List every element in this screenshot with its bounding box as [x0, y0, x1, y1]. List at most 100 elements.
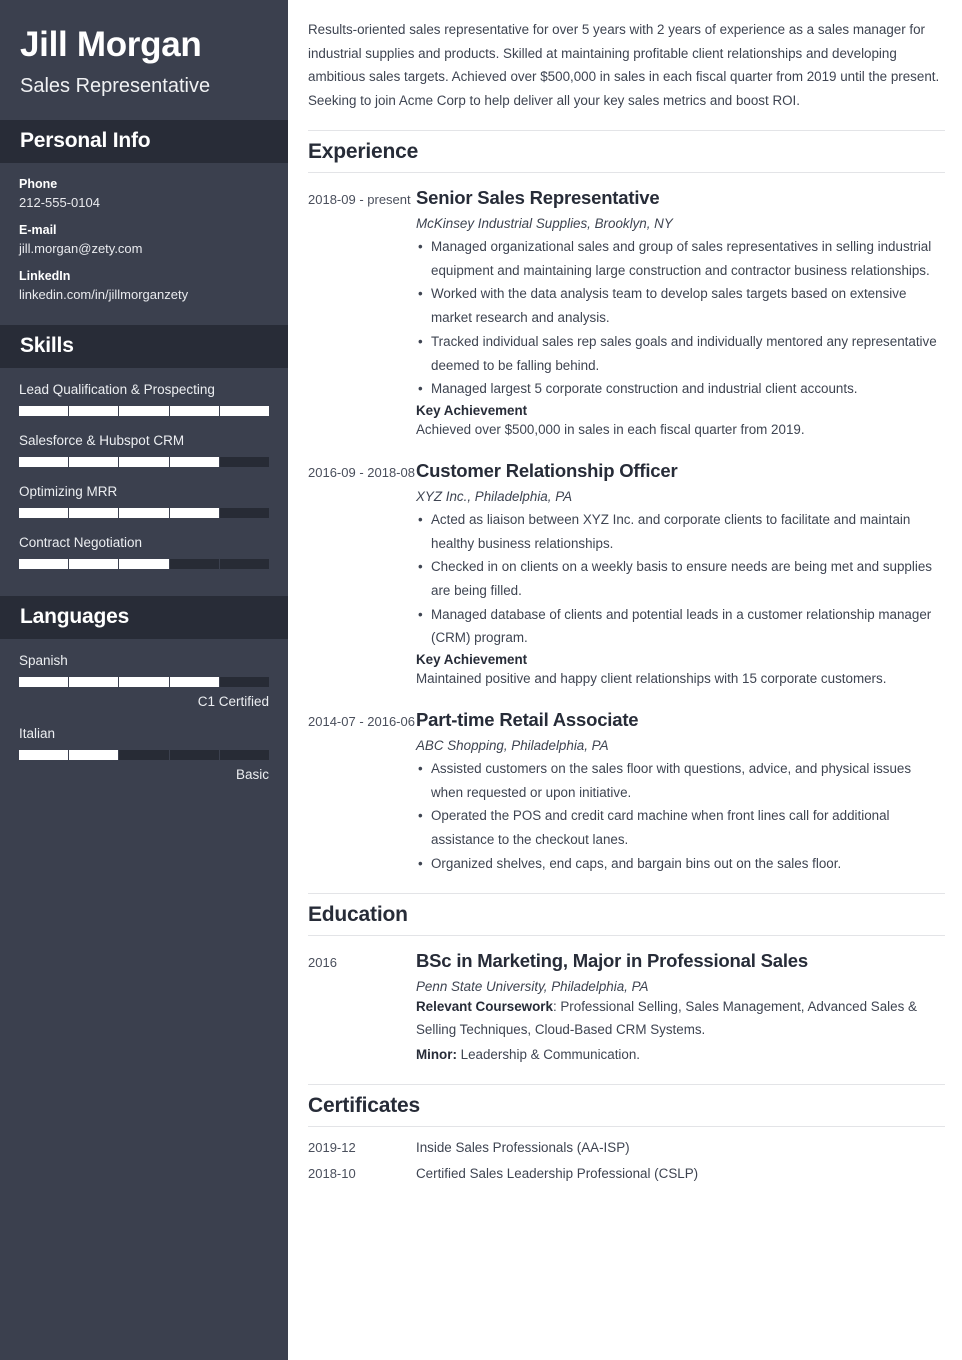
contact-value[interactable]: jill.morgan@zety.com — [19, 241, 269, 256]
key-achievement-label: Key Achievement — [416, 403, 528, 419]
skill-bar-ticks — [19, 456, 269, 467]
education-date: 2016 — [308, 954, 337, 970]
language-bar-ticks — [19, 676, 269, 687]
experience-employer: ABC Shopping, Philadelphia, PA — [416, 738, 609, 754]
bullet-item: Operated the POS and credit card machine… — [416, 804, 945, 851]
bullet-item: Managed largest 5 corporate construction… — [416, 377, 945, 401]
skill-bar-ticks — [19, 507, 269, 518]
bullet-item: Managed database of clients and potentia… — [416, 603, 945, 650]
professional-summary: Results-oriented sales representative fo… — [308, 22, 940, 109]
key-achievement-text: Achieved over $500,000 in sales in each … — [416, 422, 805, 438]
certificate-date: 2018-10 — [308, 1165, 356, 1181]
education-degree: BSc in Marketing, Major in Professional … — [416, 949, 808, 971]
bullet-item: Checked in on clients on a weekly basis … — [416, 555, 945, 602]
education-entry: 2016 BSc in Marketing, Major in Professi… — [308, 949, 945, 1067]
education-minor: Minor: Leadership & Communication. — [416, 1043, 945, 1067]
experience-date: 2018-09 - present — [308, 191, 411, 207]
language-label: Italian — [19, 725, 56, 741]
experience-body: Senior Sales Representative McKinsey Ind… — [416, 186, 945, 442]
minor-label: Minor: — [416, 1047, 457, 1063]
skill-item: Salesforce & Hubspot CRM — [19, 433, 269, 467]
experience-title: Customer Relationship Officer — [416, 459, 678, 481]
experience-section: Experience 2018-09 - present Senior Sale… — [308, 129, 945, 876]
experience-entry: 2016-09 - 2018-08 Customer Relationship … — [308, 459, 945, 691]
education-body: BSc in Marketing, Major in Professional … — [416, 949, 945, 1067]
section-header-education: Education — [308, 892, 945, 936]
personal-info-heading: Personal Info — [20, 128, 151, 152]
personal-info-body: Phone 212-555-0104 E-mail jill.morgan@ze… — [0, 163, 288, 325]
contact-value: 212-555-0104 — [19, 194, 100, 210]
certificate-row: 2018-10 Certified Sales Leadership Profe… — [308, 1166, 945, 1181]
certificate-row: 2019-12 Inside Sales Professionals (AA-I… — [308, 1140, 945, 1155]
skill-level-bar — [19, 507, 269, 518]
resume-page: Jill Morgan Sales Representative Persona… — [0, 0, 962, 1360]
education-section: Education 2016 BSc in Marketing, Major i… — [308, 892, 945, 1067]
section-header-experience: Experience — [308, 129, 945, 173]
candidate-job-title: Sales Representative — [20, 74, 211, 97]
skills-heading: Skills — [20, 333, 74, 357]
bullet-item: Assisted customers on the sales floor wi… — [416, 757, 945, 804]
skill-bar-ticks — [19, 405, 269, 416]
main-column: Results-oriented sales representative fo… — [288, 0, 962, 1360]
experience-bullets: Acted as liaison between XYZ Inc. and co… — [416, 508, 945, 650]
certificates-section: Certificates 2019-12 Inside Sales Profes… — [308, 1083, 945, 1181]
bullet-item: Worked with the data analysis team to de… — [416, 282, 945, 329]
contact-label: Phone — [19, 176, 58, 191]
bullet-item: Managed organizational sales and group o… — [416, 235, 945, 282]
language-level-bar — [19, 749, 269, 760]
language-note: C1 Certified — [197, 693, 269, 709]
languages-heading: Languages — [20, 604, 130, 628]
language-level-bar — [19, 676, 269, 687]
certificate-date: 2019-12 — [308, 1139, 356, 1155]
contact-label: LinkedIn — [19, 268, 71, 283]
key-achievement-label: Key Achievement — [416, 652, 528, 668]
experience-bullets: Assisted customers on the sales floor wi… — [416, 757, 945, 876]
coursework-label: Relevant Coursework — [416, 998, 553, 1014]
skill-level-bar — [19, 456, 269, 467]
skill-label: Contract Negotiation — [19, 534, 143, 550]
contact-value[interactable]: linkedin.com/in/jillmorganzety — [19, 287, 269, 302]
education-heading: Education — [308, 902, 408, 926]
experience-body: Part-time Retail Associate ABC Shopping,… — [416, 708, 945, 876]
skills-body: Lead Qualification & Prospecting Salesfo… — [0, 368, 288, 596]
skill-label: Salesforce & Hubspot CRM — [19, 432, 185, 448]
education-school: Penn State University, Philadelphia, PA — [416, 978, 649, 994]
experience-title: Senior Sales Representative — [416, 186, 660, 208]
language-item: Spanish C1 Certified — [19, 653, 269, 709]
experience-entry: 2014-07 - 2016-06 Part-time Retail Assoc… — [308, 708, 945, 876]
key-achievement-text: Maintained positive and happy client rel… — [416, 671, 887, 687]
languages-body: Spanish C1 Certified Italian Basic — [0, 639, 288, 809]
contact-label: E-mail — [19, 222, 57, 237]
contact-item-email: E-mail jill.morgan@zety.com — [19, 223, 269, 256]
language-label: Spanish — [19, 652, 68, 668]
certificate-name: Inside Sales Professionals (AA-ISP) — [416, 1139, 630, 1155]
certificate-name: Certified Sales Leadership Professional … — [416, 1165, 699, 1181]
bullet-item: Acted as liaison between XYZ Inc. and co… — [416, 508, 945, 555]
language-bar-ticks — [19, 749, 269, 760]
section-header-personal-info: Personal Info — [0, 119, 288, 163]
experience-entry: 2018-09 - present Senior Sales Represent… — [308, 186, 945, 442]
experience-date: 2014-07 - 2016-06 — [308, 713, 415, 729]
experience-employer: McKinsey Industrial Supplies, Brooklyn, … — [416, 216, 673, 231]
education-coursework: Relevant Coursework: Professional Sellin… — [416, 995, 945, 1042]
section-header-languages: Languages — [0, 595, 288, 639]
skill-level-bar — [19, 558, 269, 569]
experience-heading: Experience — [308, 139, 419, 163]
skill-item: Lead Qualification & Prospecting — [19, 382, 269, 416]
candidate-name: Jill Morgan — [20, 25, 202, 64]
language-item: Italian Basic — [19, 726, 269, 782]
minor-text: Leadership & Communication. — [456, 1047, 641, 1063]
skill-item: Contract Negotiation — [19, 535, 269, 569]
skill-bar-ticks — [19, 558, 269, 569]
experience-date: 2016-09 - 2018-08 — [308, 464, 415, 480]
experience-title: Part-time Retail Associate — [416, 708, 639, 730]
bullet-item: Organized shelves, end caps, and bargain… — [416, 852, 945, 876]
language-note: Basic — [235, 766, 269, 782]
name-block: Jill Morgan Sales Representative — [0, 0, 288, 120]
experience-body: Customer Relationship Officer XYZ Inc., … — [416, 459, 945, 691]
skill-level-bar — [19, 405, 269, 416]
experience-bullets: Managed organizational sales and group o… — [416, 235, 945, 401]
bullet-item: Tracked individual sales rep sales goals… — [416, 330, 945, 377]
certificates-heading: Certificates — [308, 1093, 420, 1117]
skill-item: Optimizing MRR — [19, 484, 269, 518]
